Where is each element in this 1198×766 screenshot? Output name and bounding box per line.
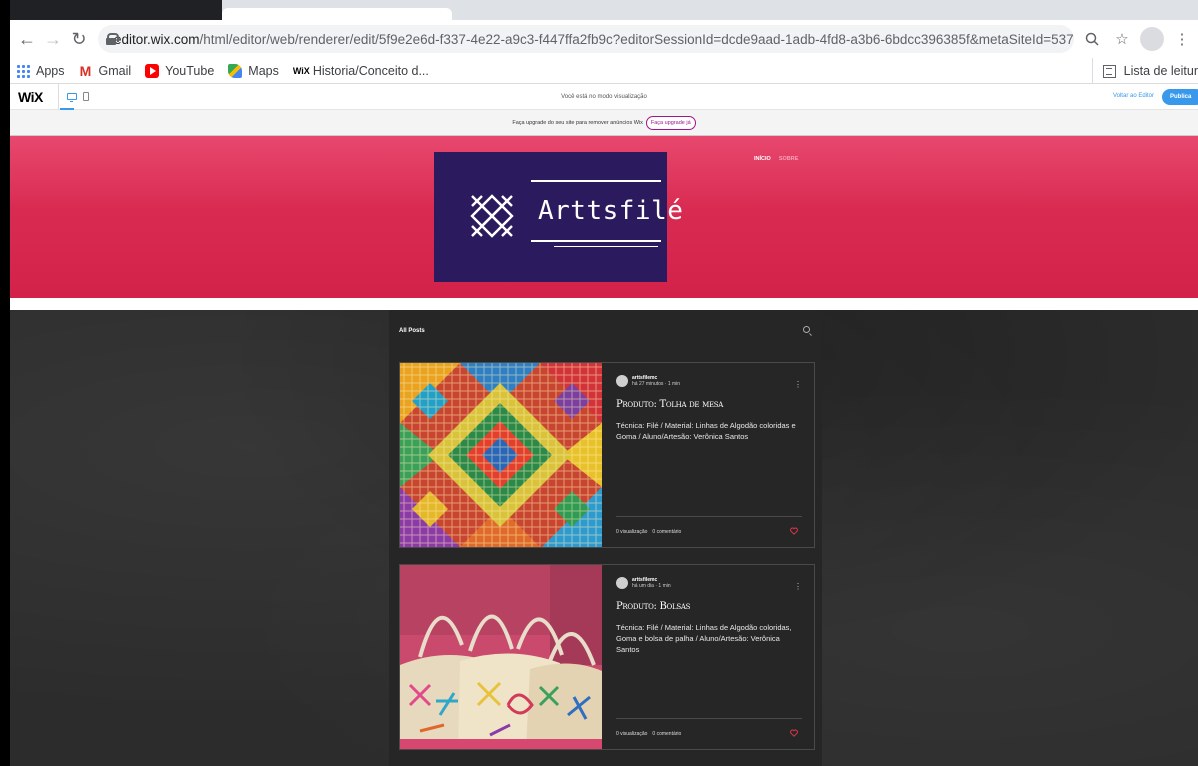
post-image-bags[interactable] (400, 565, 602, 749)
wix-preview-bar: WiX Você está no modo visualização Volta… (10, 84, 1198, 110)
tab-strip-dark-area (10, 0, 222, 20)
logo-line-top (531, 180, 661, 182)
heart-icon[interactable] (790, 527, 798, 535)
bookmark-label: Maps (248, 63, 279, 78)
logo-line-bottom (531, 240, 661, 242)
bookmark-label: YouTube (165, 63, 215, 78)
active-view-indicator (60, 108, 74, 110)
avatar[interactable] (616, 375, 628, 387)
site-nav: INÍCIO SOBRE (754, 156, 798, 162)
post-title[interactable]: Produto: Tolha de mesa (616, 399, 802, 410)
address-bar[interactable]: editor.wix.com/html/editor/web/renderer/… (98, 25, 1074, 53)
bookmark-label: Gmail (98, 63, 132, 78)
main-area: All Posts arttsfilemc há 27 minutos · 1 … (10, 310, 1198, 766)
post-footer: 0 visualização 0 comentário (616, 516, 802, 535)
post-image-tablecloth[interactable] (400, 363, 602, 547)
bookmark-youtube[interactable]: YouTube (145, 63, 215, 78)
more-options-icon[interactable]: ⋮ (794, 381, 802, 389)
post-description: Técnica: Filé / Material: Linhas de Algo… (616, 421, 796, 441)
browser-toolbar: ← → ↻ editor.wix.com/html/editor/web/ren… (10, 20, 1198, 58)
bookmark-apps[interactable]: Apps (16, 63, 65, 78)
bookmark-maps[interactable]: Maps (228, 63, 279, 78)
bookmark-gmail[interactable]: M Gmail (79, 64, 132, 78)
views-count: 0 visualização (616, 529, 648, 535)
bookmark-historia[interactable]: WiX Historia/Conceito d... (293, 64, 429, 78)
url-path: /html/editor/web/renderer/edit/5f9e2e6d-… (199, 31, 1074, 47)
active-tab[interactable] (222, 8, 452, 20)
bookmark-label: Apps (36, 63, 65, 78)
apps-grid-icon (16, 63, 30, 78)
wix-icon: WiX (292, 65, 310, 76)
site-logo[interactable]: Arttsfilé (434, 152, 683, 282)
heart-icon[interactable] (790, 729, 798, 737)
bookmarks-bar: Apps M Gmail YouTube Maps WiX Historia/C… (10, 58, 1198, 84)
more-options-icon[interactable]: ⋮ (794, 583, 802, 591)
upgrade-button[interactable]: Faça upgrade já (645, 115, 696, 130)
gmail-icon: M (79, 62, 92, 79)
reading-list-icon (1102, 64, 1116, 78)
post-description: Técnica: Filé / Material: Linhas de Algo… (616, 623, 792, 654)
upgrade-text: Faça upgrade do seu site para remover an… (512, 119, 643, 126)
author-row: arttsfilemc há um dia · 1 min (616, 577, 802, 589)
comments-count[interactable]: 0 comentário (652, 731, 681, 737)
tablecloth-image (400, 363, 602, 547)
post-card[interactable]: arttsfilemc há 27 minutos · 1 min ⋮ Prod… (399, 362, 815, 548)
comments-count[interactable]: 0 comentário (652, 529, 681, 535)
preview-mode-text: Você está no modo visualização (561, 94, 647, 100)
publish-button[interactable]: Publica (1162, 89, 1198, 105)
profile-icon[interactable] (1140, 27, 1164, 51)
tab-strip (10, 0, 1198, 20)
post-card[interactable]: arttsfilemc há um dia · 1 min ⋮ Produto:… (399, 564, 815, 750)
youtube-icon (145, 63, 160, 78)
reload-icon[interactable]: ↻ (66, 26, 92, 52)
upgrade-banner: Faça upgrade do seu site para remover an… (10, 110, 1198, 136)
post-footer: 0 visualização 0 comentário (616, 718, 802, 737)
site-title: Arttsfilé (538, 196, 684, 226)
reading-list-button[interactable]: Lista de leitur (1091, 58, 1198, 84)
bookmark-label: Historia/Conceito d... (312, 63, 429, 78)
all-posts-tab[interactable]: All Posts (399, 328, 425, 334)
blog-feed: All Posts arttsfilemc há 27 minutos · 1 … (389, 310, 822, 766)
logo-line-thin (554, 246, 658, 247)
bags-image (400, 565, 602, 749)
author-row: arttsfilemc há 27 minutos · 1 min (616, 375, 802, 387)
reading-list-label: Lista de leitur (1123, 64, 1198, 78)
nav-about[interactable]: SOBRE (779, 156, 799, 162)
forward-arrow-icon[interactable]: → (40, 26, 66, 52)
maps-icon (228, 63, 243, 78)
post-body: arttsfilemc há um dia · 1 min ⋮ Produto:… (616, 577, 802, 737)
zoom-icon[interactable] (1080, 27, 1104, 51)
browser-window: ← → ↻ editor.wix.com/html/editor/web/ren… (10, 0, 1198, 766)
nav-home[interactable]: INÍCIO (754, 156, 771, 162)
back-arrow-icon[interactable]: ← (14, 26, 40, 52)
star-icon[interactable]: ☆ (1110, 27, 1134, 51)
back-to-editor-link[interactable]: Voltar ao Editor (1113, 93, 1154, 99)
post-meta: há um dia · 1 min (632, 583, 671, 589)
views-count: 0 visualização (616, 731, 648, 737)
post-body: arttsfilemc há 27 minutos · 1 min ⋮ Prod… (616, 375, 802, 535)
post-meta: há 27 minutos · 1 min (632, 381, 681, 387)
avatar[interactable] (616, 577, 628, 589)
menu-icon[interactable]: ⋮ (1170, 27, 1194, 51)
site-header: Arttsfilé INÍCIO SOBRE (10, 136, 1198, 298)
logo-lattice-icon (470, 194, 514, 238)
post-title[interactable]: Produto: Bolsas (616, 601, 802, 612)
url-host: editor.wix.com (114, 31, 200, 47)
search-icon[interactable] (803, 326, 810, 333)
